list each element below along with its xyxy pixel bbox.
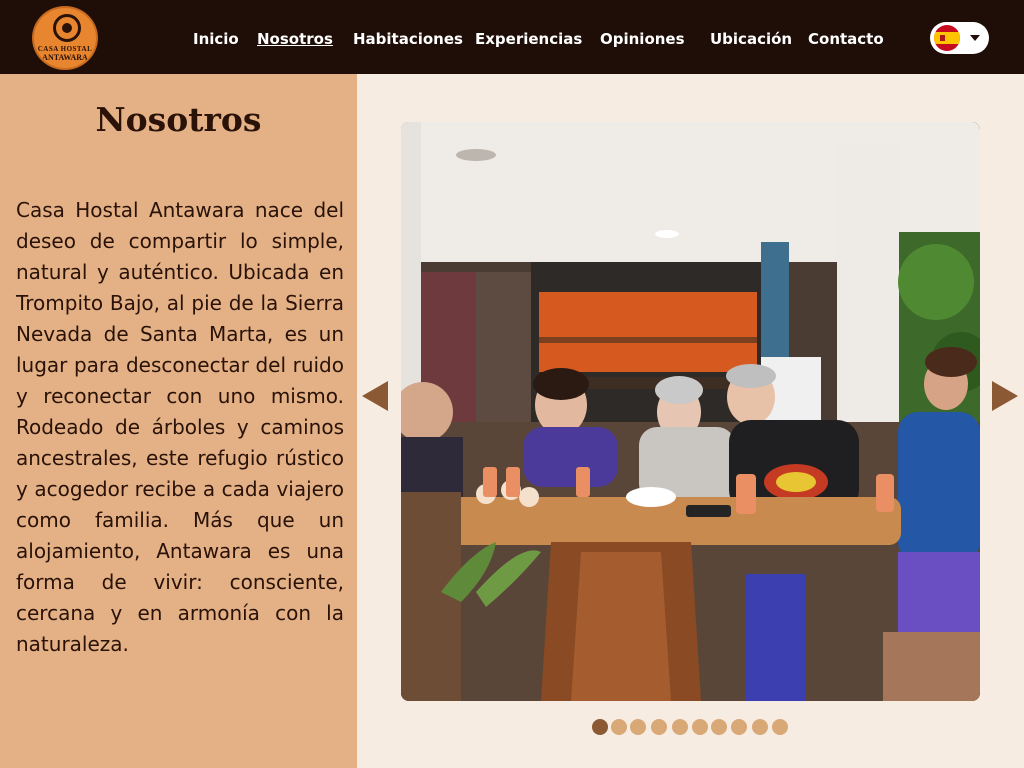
carousel-next-button[interactable] (992, 381, 1018, 411)
about-description: Casa Hostal Antawara nace del deseo de c… (16, 198, 344, 656)
header-bar: CASA HOSTAL ANTAWARA Inicio Nosotros Hab… (0, 0, 1024, 74)
carousel-pagination (0, 719, 1024, 735)
carousel-prev-button[interactable] (362, 381, 388, 411)
page-title: Nosotros (95, 100, 262, 139)
sun-emblem-icon (53, 14, 81, 42)
carousel-dot-10[interactable] (772, 719, 788, 735)
carousel-dot-7[interactable] (711, 719, 727, 735)
nav-link-nosotros[interactable]: Nosotros (257, 29, 333, 49)
carousel-dot-9[interactable] (752, 719, 768, 735)
nav-link-inicio[interactable]: Inicio (193, 29, 239, 49)
carousel-dot-1[interactable] (592, 719, 608, 735)
carousel-dot-6[interactable] (692, 719, 708, 735)
logo-text-line2: ANTAWARA (42, 53, 88, 62)
carousel-dot-3[interactable] (630, 719, 646, 735)
nav-link-opiniones[interactable]: Opiniones (600, 29, 685, 49)
nav-link-habitaciones[interactable]: Habitaciones (353, 29, 463, 49)
nav-link-ubicacion[interactable]: Ubicación (710, 29, 792, 49)
carousel-dot-2[interactable] (611, 719, 627, 735)
carousel-dot-8[interactable] (731, 719, 747, 735)
brand-logo[interactable]: CASA HOSTAL ANTAWARA (32, 6, 98, 70)
chevron-down-icon (970, 35, 980, 41)
nav-link-contacto[interactable]: Contacto (808, 29, 884, 49)
nav-link-experiencias[interactable]: Experiencias (475, 29, 582, 49)
logo-text-line1: CASA HOSTAL (37, 45, 93, 53)
carousel-dot-5[interactable] (672, 719, 688, 735)
breakfast-table-photo (401, 122, 980, 701)
language-selector[interactable] (930, 22, 989, 54)
carousel-dot-4[interactable] (651, 719, 667, 735)
carousel-image (401, 122, 980, 701)
spain-flag-icon (934, 25, 960, 51)
